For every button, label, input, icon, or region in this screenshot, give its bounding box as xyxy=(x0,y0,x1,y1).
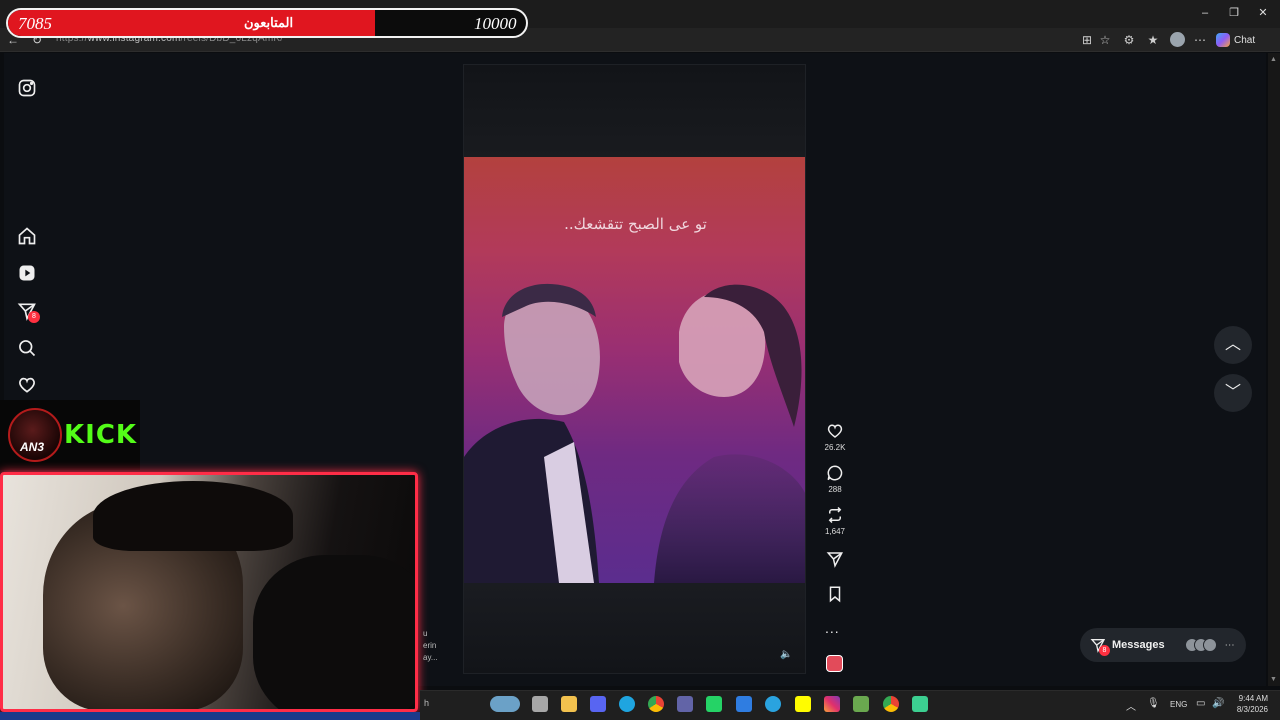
reels-icon[interactable] xyxy=(17,263,37,283)
bookmark-icon xyxy=(829,586,841,603)
streamer-logo-text: AN3 xyxy=(20,440,45,454)
copilot-chat-button[interactable]: Chat xyxy=(1216,31,1255,49)
like-count: 26.2K xyxy=(824,443,846,452)
volume-icon[interactable]: 🔊 xyxy=(1212,698,1224,709)
telegram-icon[interactable] xyxy=(765,696,781,712)
discord-icon[interactable] xyxy=(590,696,606,712)
home-icon[interactable] xyxy=(17,226,37,246)
split-screen-icon[interactable]: ⊞ xyxy=(1080,33,1094,47)
save-button[interactable] xyxy=(822,585,848,603)
webcam-bottom-strip xyxy=(0,712,420,720)
avatar xyxy=(1202,638,1217,652)
language-indicator[interactable]: ENG xyxy=(1170,700,1187,709)
clock-time: 9:44 AM xyxy=(1238,694,1268,703)
app-stack-icon[interactable] xyxy=(853,696,869,712)
comment-line: erin xyxy=(423,641,437,650)
chevron-up-icon: ︿ xyxy=(1224,336,1241,353)
favorite-star-icon[interactable]: ☆ xyxy=(1098,33,1112,47)
comment-button[interactable]: 288 xyxy=(822,464,848,494)
heart-icon[interactable] xyxy=(17,375,37,395)
comment-count: 288 xyxy=(828,485,842,494)
send-icon xyxy=(826,552,843,568)
teams-icon[interactable] xyxy=(677,696,693,712)
more-menu-icon[interactable]: ⋯ xyxy=(1193,33,1207,47)
edge-icon[interactable] xyxy=(619,696,635,712)
previous-reel-button[interactable]: ︿ xyxy=(1214,326,1252,364)
audio-thumbnail[interactable] xyxy=(826,655,843,672)
maximize-button[interactable]: ❐ xyxy=(1225,6,1243,20)
follower-count: 7085 xyxy=(18,14,52,33)
widgets-icon[interactable] xyxy=(490,696,520,712)
chrome-icon[interactable] xyxy=(648,696,664,712)
copilot-icon xyxy=(1216,33,1230,47)
scroll-down-arrow[interactable]: ▼ xyxy=(1270,676,1277,683)
repost-icon xyxy=(828,506,842,524)
taskbar-search[interactable]: h xyxy=(424,698,429,708)
file-explorer-icon[interactable] xyxy=(561,696,577,712)
scroll-up-arrow[interactable]: ▲ xyxy=(1270,56,1277,63)
extensions-icon[interactable]: ⚙ xyxy=(1122,33,1136,47)
messages-pill-badge: 8 xyxy=(1099,645,1110,656)
chrome-profile-icon[interactable] xyxy=(883,696,899,712)
follower-goal: 10000 xyxy=(474,14,517,33)
like-button[interactable]: 26.2K xyxy=(822,422,848,452)
next-reel-button[interactable]: ﹀ xyxy=(1214,374,1252,412)
more-avatars-icon: ⋯ xyxy=(1224,639,1235,651)
clock-date: 8/3/2026 xyxy=(1236,705,1268,714)
messages-label: Messages xyxy=(1112,639,1165,651)
heart-icon xyxy=(827,424,843,438)
whatsapp-icon[interactable] xyxy=(706,696,722,712)
messages-badge: 8 xyxy=(28,311,40,323)
instagram-app-icon[interactable] xyxy=(824,696,840,712)
webcam-headset xyxy=(93,481,293,551)
follower-goal-bar: 7085 المتابعون 10000 xyxy=(6,8,528,38)
repost-count: 1,647 xyxy=(824,527,846,536)
microphone-icon[interactable]: 🎙 xyxy=(1147,698,1160,709)
reel-top-band xyxy=(464,65,805,157)
security-shield-icon[interactable] xyxy=(736,696,752,712)
close-window-button[interactable]: ✕ xyxy=(1254,6,1272,20)
page-scrollbar[interactable] xyxy=(1268,53,1280,686)
follower-goal-fill xyxy=(8,10,375,36)
chat-label: Chat xyxy=(1234,34,1256,46)
clock[interactable]: 9:44 AM 8/3/2026 xyxy=(1232,693,1268,715)
chevron-down-icon: ﹀ xyxy=(1224,384,1241,401)
instagram-logo-icon[interactable] xyxy=(17,78,37,98)
profile-avatar[interactable] xyxy=(1170,32,1185,47)
webcam-feed xyxy=(0,472,418,712)
follower-label: المتابعون xyxy=(244,15,294,30)
search-icon[interactable] xyxy=(17,338,37,358)
comment-snippet: u erin ay... xyxy=(423,628,438,664)
app-icon[interactable] xyxy=(912,696,928,712)
speaker-icon[interactable]: 🔈 xyxy=(780,649,792,660)
minimize-button[interactable]: – xyxy=(1196,6,1214,20)
webcam-shoulder xyxy=(253,555,415,709)
reel-video[interactable]: تو عى الصبح تتقشعك.. 🔈 xyxy=(463,64,806,674)
more-options-button[interactable]: ... xyxy=(825,620,840,636)
share-button[interactable] xyxy=(822,550,848,568)
reel-bottom-band xyxy=(464,583,805,673)
reel-caption: تو عى الصبح تتقشعك.. xyxy=(564,215,707,233)
task-view-icon[interactable] xyxy=(532,696,548,712)
message-avatars xyxy=(1184,638,1217,652)
comment-line: u xyxy=(423,629,428,638)
comment-icon xyxy=(827,465,843,481)
snapchat-icon[interactable] xyxy=(795,696,811,712)
kick-wordmark: KICK xyxy=(64,420,138,450)
favorites-icon[interactable]: ★ xyxy=(1146,33,1160,47)
comment-line: ay... xyxy=(423,653,438,662)
tray-chevron-up-icon[interactable]: ︿ xyxy=(1126,698,1136,713)
repost-button[interactable]: 1,647 xyxy=(822,506,848,536)
network-icon[interactable]: ▭ xyxy=(1196,698,1205,709)
